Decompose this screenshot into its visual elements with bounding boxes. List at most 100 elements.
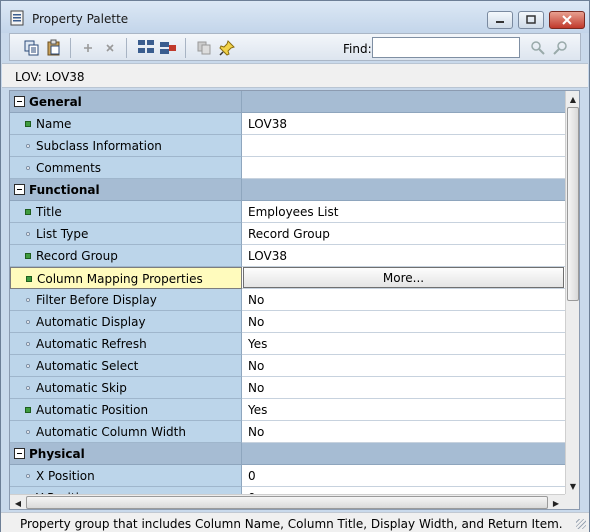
property-row[interactable]: Column Mapping Properties More... [10,267,565,289]
minimize-button[interactable] [487,11,513,29]
property-name-cell[interactable]: Automatic Refresh [10,333,242,355]
union-button[interactable] [136,38,156,58]
property-row[interactable]: Automatic Refresh Yes [10,333,565,355]
property-group-row[interactable]: Physical [10,443,565,465]
scroll-right-arrow-icon[interactable]: ▶ [549,496,563,509]
inherit-button[interactable] [194,38,214,58]
property-value-cell[interactable]: No [242,289,565,311]
property-name-cell[interactable]: Automatic Display [10,311,242,333]
maximize-button[interactable] [518,11,544,29]
property-name-cell[interactable]: List Type [10,223,242,245]
copy-properties-button[interactable] [22,38,42,58]
find-previous-button[interactable] [550,38,570,58]
minimize-icon [496,21,504,23]
property-label: Record Group [36,249,118,263]
horizontal-scrollbar[interactable]: ◀ ▶ [10,494,565,509]
resize-grip-icon[interactable] [576,519,586,529]
property-label: Physical [29,447,85,461]
property-value-cell[interactable]: Employees List [242,201,565,223]
property-row[interactable]: Subclass Information [10,135,565,157]
property-row[interactable]: X Position 0 [10,465,565,487]
horizontal-scroll-thumb[interactable] [26,496,548,509]
property-name-cell[interactable]: Subclass Information [10,135,242,157]
property-name-cell[interactable]: Automatic Select [10,355,242,377]
property-value-cell[interactable]: No [242,355,565,377]
property-name-cell[interactable]: Automatic Column Width [10,421,242,443]
property-name-cell[interactable]: General [10,91,242,113]
property-row[interactable]: Automatic Select No [10,355,565,377]
property-name-cell[interactable]: X Position [10,465,242,487]
property-value: Yes [248,403,268,417]
intersection-button[interactable] [158,38,178,58]
property-value-cell[interactable] [242,91,565,113]
property-name-cell[interactable]: Automatic Skip [10,377,242,399]
status-text: Property group that includes Column Name… [20,517,563,531]
delete-property-button[interactable] [100,38,120,58]
vertical-scrollbar[interactable]: ▲ ▼ [565,91,579,494]
pin-button[interactable] [217,38,237,58]
property-value-cell[interactable]: LOV38 [242,113,565,135]
paste-properties-button[interactable] [44,38,64,58]
find-next-button[interactable] [528,38,548,58]
property-value-cell[interactable]: Yes [242,333,565,355]
property-label: Subclass Information [36,139,162,153]
scroll-down-arrow-icon[interactable]: ▼ [566,479,579,493]
property-name-cell[interactable]: Filter Before Display [10,289,242,311]
default-property-marker-icon [26,320,30,324]
pin-icon [219,40,235,56]
property-group-row[interactable]: General [10,91,565,113]
property-value-cell[interactable]: No [242,421,565,443]
collapse-toggle-icon[interactable] [14,96,25,107]
property-row[interactable]: Automatic Skip No [10,377,565,399]
property-name-cell[interactable]: Title [10,201,242,223]
property-name-cell[interactable]: Physical [10,443,242,465]
find-input[interactable] [372,37,520,58]
property-value-cell[interactable] [242,157,565,179]
property-row[interactable]: Filter Before Display No [10,289,565,311]
property-name-cell[interactable]: Name [10,113,242,135]
property-value-cell[interactable]: LOV38 [242,245,565,267]
scroll-up-arrow-icon[interactable]: ▲ [566,92,579,106]
property-label: Automatic Skip [36,381,127,395]
close-button[interactable] [549,11,585,29]
property-row[interactable]: Record Group LOV38 [10,245,565,267]
property-row[interactable]: Automatic Column Width No [10,421,565,443]
property-group-row[interactable]: Functional [10,179,565,201]
collapse-toggle-icon[interactable] [14,184,25,195]
property-value: LOV38 [248,117,287,131]
collapse-toggle-icon[interactable] [14,448,25,459]
close-icon [562,15,572,25]
property-name-cell[interactable]: Functional [10,179,242,201]
property-row[interactable]: Title Employees List [10,201,565,223]
scroll-left-arrow-icon[interactable]: ◀ [11,496,25,509]
property-name-cell[interactable]: Column Mapping Properties [10,267,242,289]
property-value-cell[interactable]: More... [242,267,565,289]
property-name-cell[interactable]: Comments [10,157,242,179]
property-value-cell[interactable]: 0 [242,465,565,487]
property-value-cell[interactable]: Record Group [242,223,565,245]
property-row[interactable]: Automatic Display No [10,311,565,333]
more-button[interactable]: More... [243,267,564,288]
property-value: No [248,315,265,329]
property-value-cell[interactable] [242,179,565,201]
property-value-cell[interactable]: No [242,377,565,399]
property-name-cell[interactable]: Automatic Position [10,399,242,421]
property-value-cell[interactable] [242,443,565,465]
property-row[interactable]: Automatic Position Yes [10,399,565,421]
property-row[interactable]: Comments [10,157,565,179]
find-label: Find: [343,42,372,56]
add-property-button[interactable] [78,38,98,58]
property-value-cell[interactable]: No [242,311,565,333]
changed-property-marker-icon [25,253,31,259]
property-value-cell[interactable] [242,135,565,157]
vertical-scroll-thumb[interactable] [567,107,579,301]
title-bar[interactable]: Property Palette [1,1,589,33]
property-value-cell[interactable]: Yes [242,399,565,421]
property-name-cell[interactable]: Record Group [10,245,242,267]
default-property-marker-icon [26,386,30,390]
property-row[interactable]: Name LOV38 [10,113,565,135]
inherit-icon [197,41,211,55]
property-row[interactable]: List Type Record Group [10,223,565,245]
property-label: Automatic Position [36,403,149,417]
property-label: X Position [36,469,95,483]
